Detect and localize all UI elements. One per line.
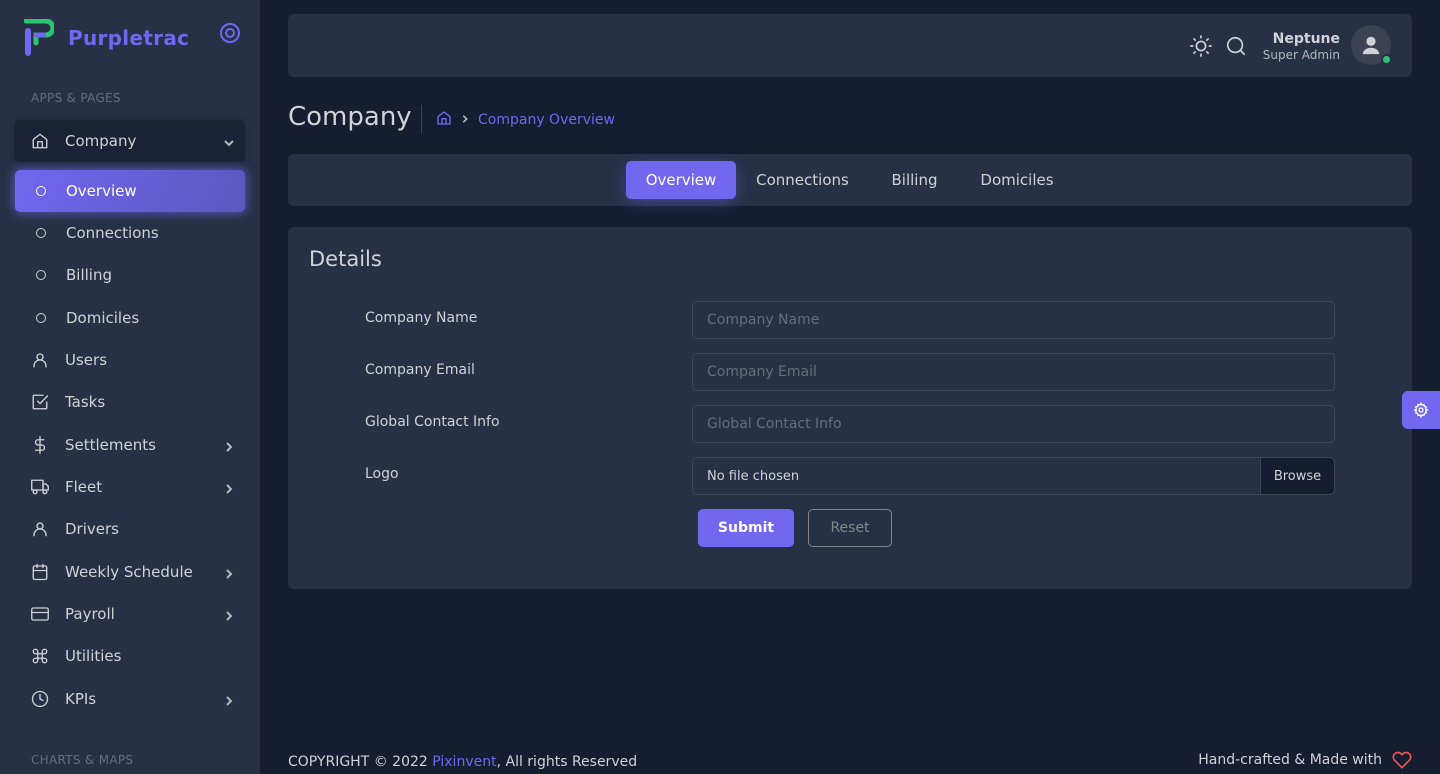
tabs-bar: Overview Connections Billing Domiciles [288, 154, 1412, 206]
company-email-label: Company Email [365, 362, 475, 378]
sidebar-item-label: Connections [66, 224, 159, 242]
chevron-right-icon [223, 608, 235, 621]
user-avatar-icon [1362, 36, 1380, 55]
breadcrumb: Company Overview [436, 110, 615, 130]
file-status-text: No file chosen [707, 468, 800, 484]
circle-icon [36, 228, 46, 238]
sidebar-item-label: Fleet [65, 478, 103, 496]
dollar-icon [31, 436, 49, 454]
sidebar-item-weekly-schedule[interactable]: Weekly Schedule [15, 551, 245, 593]
circle-icon [36, 313, 46, 323]
sidebar-item-label: Drivers [65, 520, 119, 538]
chevron-right-icon [223, 481, 235, 494]
sidebar-item-fleet[interactable]: Fleet [15, 466, 245, 508]
sidebar-item-label: Tasks [65, 393, 106, 411]
tab-connections[interactable]: Connections [746, 161, 859, 199]
chevron-right-icon [223, 439, 235, 452]
sidebar-item-company[interactable]: Company [15, 120, 245, 162]
gear-icon [1413, 402, 1429, 418]
sidebar-item-label: Users [65, 351, 108, 369]
rights-text: , All rights Reserved [496, 754, 638, 770]
top-navbar: Neptune Super Admin [288, 14, 1412, 77]
calendar-icon [31, 563, 49, 581]
home-icon [31, 132, 49, 150]
brand[interactable]: Purpletrac [23, 18, 190, 58]
card-title: Details [309, 247, 382, 271]
copyright-text: COPYRIGHT © 2022 [288, 754, 428, 770]
footer-copyright: COPYRIGHT © 2022 Pixinvent, All rights R… [288, 754, 637, 770]
sidebar-item-drivers[interactable]: Drivers [15, 508, 245, 550]
circle-icon [36, 270, 46, 280]
tab-billing[interactable]: Billing [878, 161, 951, 199]
sidebar-item-label: Company [65, 132, 137, 150]
user-role: Super Admin [1262, 48, 1340, 62]
sidebar-item-domiciles[interactable]: Domiciles [15, 297, 245, 339]
customizer-toggle-button[interactable] [1402, 391, 1440, 429]
heart-icon [1392, 751, 1412, 769]
home-icon[interactable] [436, 110, 452, 130]
contact-info-label: Global Contact Info [365, 414, 500, 430]
chevron-down-icon [223, 135, 235, 147]
sidebar: Purpletrac APPS & PAGES Company Overview… [0, 0, 260, 774]
sidebar-item-kpis[interactable]: KPIs [15, 678, 245, 720]
brand-name: Purpletrac [68, 26, 190, 50]
tab-domiciles[interactable]: Domiciles [971, 161, 1063, 199]
user-icon [31, 351, 49, 369]
check-square-icon [31, 393, 49, 411]
breadcrumb-current: Company Overview [478, 112, 615, 128]
circle-icon [36, 186, 46, 196]
sidebar-item-label: Settlements [65, 436, 156, 454]
sidebar-item-label: Utilities [65, 647, 122, 665]
sidebar-item-label: Overview [66, 182, 137, 200]
sidebar-item-connections[interactable]: Connections [15, 212, 245, 254]
sidebar-item-settlements[interactable]: Settlements [15, 424, 245, 466]
sidebar-collapse-icon[interactable] [220, 23, 240, 43]
command-icon [31, 647, 49, 665]
section-header-apps: APPS & PAGES [31, 91, 121, 105]
company-email-input[interactable] [692, 353, 1335, 391]
sidebar-item-tasks[interactable]: Tasks [15, 381, 245, 423]
contact-info-input[interactable] [692, 405, 1335, 443]
company-name-label: Company Name [365, 310, 478, 326]
browse-button[interactable]: Browse [1260, 458, 1334, 494]
company-name-input[interactable] [692, 301, 1335, 339]
truck-icon [31, 478, 49, 496]
chevron-right-icon [223, 566, 235, 579]
page-title: Company [288, 102, 412, 132]
submit-button[interactable]: Submit [698, 509, 794, 547]
chevron-right-icon [460, 112, 470, 128]
user-name[interactable]: Neptune [1273, 31, 1340, 47]
logo-file-input[interactable]: No file chosen Browse [692, 457, 1335, 495]
brand-logo [23, 18, 56, 57]
details-card: Details Company Name Company Email Globa… [288, 227, 1412, 589]
sidebar-item-payroll[interactable]: Payroll [15, 593, 245, 635]
section-header-charts: CHARTS & MAPS [31, 753, 134, 767]
sidebar-item-overview[interactable]: Overview [15, 170, 245, 212]
sidebar-item-users[interactable]: Users [15, 339, 245, 381]
reset-button[interactable]: Reset [808, 509, 892, 547]
credit-card-icon [31, 605, 49, 623]
search-icon[interactable] [1225, 35, 1247, 57]
chevron-right-icon [223, 693, 235, 706]
footer-made-with: Hand-crafted & Made with [1198, 750, 1412, 770]
pixinvent-link[interactable]: Pixinvent [432, 754, 496, 770]
sidebar-item-label: KPIs [65, 690, 97, 708]
sidebar-item-billing[interactable]: Billing [15, 254, 245, 296]
online-status-badge [1381, 54, 1392, 65]
sidebar-item-label: Domiciles [66, 309, 140, 327]
user-icon [31, 520, 49, 538]
made-with-text: Hand-crafted & Made with [1198, 752, 1382, 768]
title-divider [421, 105, 422, 133]
sidebar-item-label: Weekly Schedule [65, 563, 193, 581]
logo-label: Logo [365, 466, 399, 482]
clock-icon [31, 690, 49, 708]
sidebar-item-utilities[interactable]: Utilities [15, 635, 245, 677]
sun-icon[interactable] [1190, 35, 1212, 57]
sidebar-item-label: Billing [66, 266, 112, 284]
tab-overview[interactable]: Overview [626, 161, 736, 199]
sidebar-item-label: Payroll [65, 605, 115, 623]
